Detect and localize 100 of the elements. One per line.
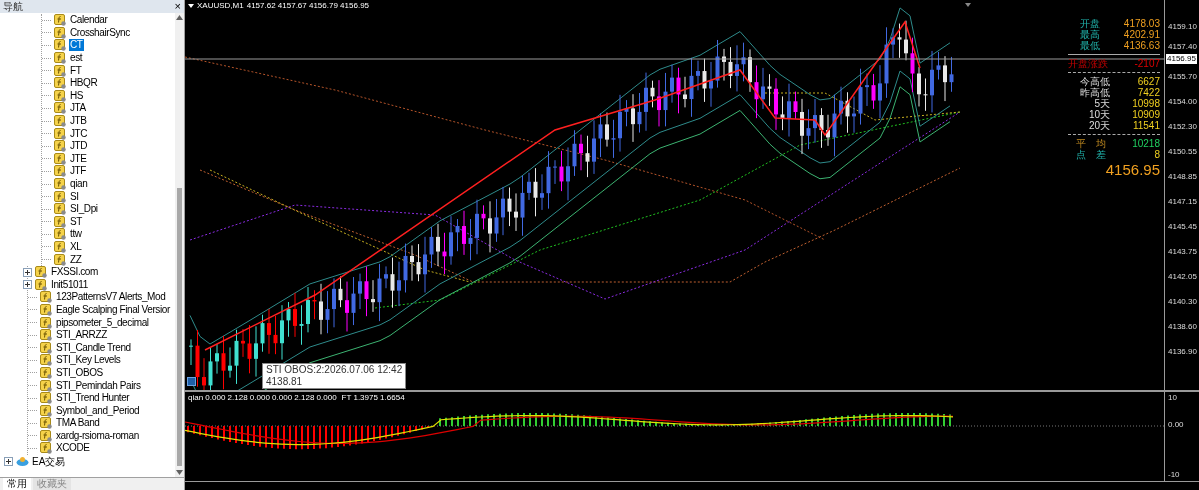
script-icon — [54, 14, 66, 27]
dropdown-icon[interactable] — [965, 3, 971, 7]
close-button[interactable]: × — [174, 1, 181, 12]
tree-item[interactable]: Calendar — [69, 14, 109, 27]
script-icon — [40, 417, 52, 430]
tree-item[interactable]: STI_ARRZZ — [55, 329, 108, 342]
tree-item[interactable]: 123PatternsV7 Alerts_Mod — [55, 291, 167, 304]
info-value: 7422 — [1136, 87, 1160, 98]
current-price-label: 4156.95 — [1166, 54, 1197, 64]
script-icon — [40, 291, 52, 304]
info-label: 最高 — [1080, 29, 1100, 40]
script-icon — [54, 77, 66, 90]
script-icon — [40, 366, 52, 379]
tree-item[interactable]: SI_Dpi — [69, 203, 99, 216]
tree-item[interactable]: HS — [69, 89, 85, 102]
info-value: 4178.03 — [1123, 18, 1160, 29]
expand-icon[interactable] — [23, 267, 32, 277]
axis-label: 4152.30 — [1168, 122, 1197, 132]
axis-label: 4136.90 — [1168, 347, 1197, 357]
scroll-down-icon[interactable] — [176, 470, 183, 475]
tree-item[interactable]: STI_Trend Hunter — [55, 392, 131, 405]
script-icon — [40, 329, 52, 342]
scroll-up-icon[interactable] — [176, 15, 183, 20]
script-icon — [54, 228, 66, 241]
tree-item[interactable]: STI_OBOS — [55, 366, 104, 379]
tree-item[interactable]: JTA — [69, 102, 87, 115]
panel-tab[interactable]: 常用 — [3, 478, 31, 490]
axis-label: 4147.15 — [1168, 197, 1197, 207]
tree-item[interactable]: Init51011 — [50, 278, 89, 291]
script-icon — [54, 52, 66, 65]
script-icon — [54, 165, 66, 178]
axis-label: 4143.75 — [1168, 247, 1197, 257]
info-value: 10909 — [1131, 109, 1160, 120]
tree-item[interactable]: JTE — [69, 152, 88, 165]
script-icon — [35, 278, 47, 291]
tree-item[interactable]: SI — [69, 190, 80, 203]
tree-item[interactable]: Eagle Scalping Final Versior — [55, 303, 171, 316]
script-icon — [54, 178, 66, 190]
info-value: 11541 — [1131, 120, 1160, 131]
tree-item[interactable]: EA交易 — [32, 453, 66, 469]
script-icon — [54, 152, 66, 165]
tree-item[interactable]: XL — [69, 241, 83, 253]
tree-item[interactable]: JTF — [69, 165, 88, 178]
tree-item[interactable]: FT — [69, 64, 83, 77]
script-icon — [40, 303, 52, 316]
axis-label: 0.00 — [1168, 420, 1184, 430]
tree-item[interactable]: est — [69, 52, 84, 65]
tree-item[interactable]: Symbol_and_Period — [55, 404, 141, 417]
info-value: 6627 — [1136, 76, 1160, 87]
script-icon — [54, 115, 66, 128]
tree-item[interactable]: STI_Candle Trend — [55, 341, 132, 354]
script-icon — [54, 89, 66, 102]
script-icon — [40, 392, 52, 405]
expand-icon[interactable] — [23, 280, 32, 290]
tree-item[interactable]: pipsometer_5_decimal — [55, 316, 150, 329]
script-icon — [40, 316, 52, 329]
tree-item[interactable]: STI_Pemindah Pairs — [55, 379, 142, 392]
info-value: 10998 — [1131, 98, 1160, 109]
info-value: 8 — [1154, 149, 1160, 160]
info-value: 4202.91 — [1123, 29, 1160, 40]
axis-label: 4150.55 — [1168, 147, 1197, 157]
expand-icon[interactable] — [4, 456, 13, 466]
script-icon — [40, 404, 52, 417]
tree-item[interactable]: ZZ — [69, 253, 83, 266]
tree-item[interactable]: CT — [69, 39, 84, 52]
script-icon — [54, 203, 66, 216]
tree-item[interactable]: FXSSI.com — [50, 266, 99, 279]
script-icon — [54, 140, 66, 153]
tree-item[interactable]: xardg-rsioma-roman — [55, 429, 140, 442]
script-icon — [40, 341, 52, 354]
info-label: 昨高低 — [1079, 87, 1110, 98]
last-price: 4156.95 — [1104, 161, 1160, 179]
tree-item[interactable]: ttw — [69, 228, 83, 241]
script-icon — [54, 26, 66, 39]
info-value: 10218 — [1132, 138, 1160, 149]
tree-item[interactable]: TMA Band — [55, 417, 101, 430]
tree-item[interactable]: CrosshairSync — [69, 26, 131, 39]
scroll-thumb[interactable] — [177, 188, 182, 466]
tree-item[interactable]: JTD — [69, 140, 89, 153]
panel-title: 导航 — [3, 1, 23, 12]
script-icon — [54, 102, 66, 115]
tree-item[interactable]: STI_Key Levels — [55, 354, 122, 367]
tree-item[interactable]: ST — [69, 215, 83, 228]
tree-item[interactable]: qian — [69, 178, 89, 190]
axis-label: 4159.10 — [1168, 22, 1197, 32]
info-label: 5天 — [1093, 98, 1110, 109]
indicator-label: FT 1.3975 1.6654 — [341, 394, 405, 402]
dropdown-icon[interactable] — [188, 4, 194, 8]
tree-item[interactable]: JTB — [69, 115, 88, 128]
tree-item[interactable]: XCODE — [55, 442, 91, 455]
axis-label: 4157.40 — [1168, 42, 1197, 52]
axis-label: 4138.60 — [1168, 322, 1197, 332]
script-icon — [35, 266, 47, 279]
script-icon — [54, 253, 66, 266]
robot-folder-icon — [16, 455, 29, 467]
scrollbar[interactable] — [175, 13, 184, 477]
tree-item[interactable]: JTC — [69, 127, 89, 140]
tree-item[interactable]: HBQR — [69, 77, 99, 90]
axis-label: 4148.85 — [1168, 172, 1197, 182]
script-icon — [54, 215, 66, 228]
